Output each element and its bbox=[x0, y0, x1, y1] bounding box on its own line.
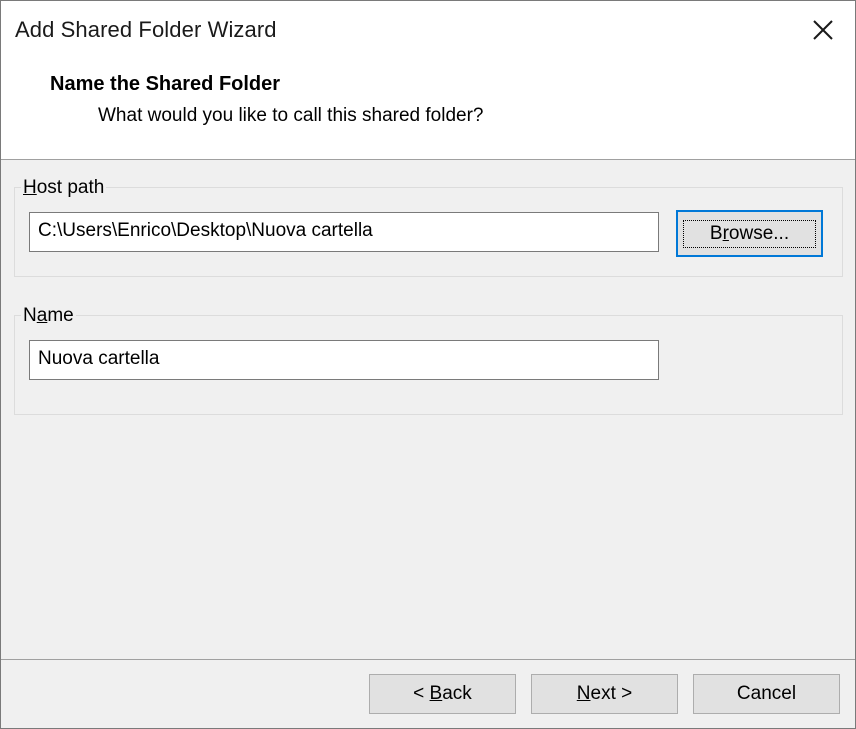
wizard-window: Add Shared Folder Wizard Name the Shared… bbox=[0, 0, 856, 729]
next-button-label: Next > bbox=[576, 683, 633, 704]
host-path-label: Host path bbox=[21, 177, 107, 199]
close-button[interactable] bbox=[791, 1, 855, 59]
page-title: Name the Shared Folder bbox=[50, 73, 281, 95]
host-path-field[interactable]: C:\Users\Enrico\Desktop\Nuova cartella bbox=[29, 212, 659, 252]
cancel-button[interactable]: Cancel bbox=[693, 674, 840, 714]
name-field[interactable]: Nuova cartella bbox=[29, 340, 659, 380]
back-button-label: < Back bbox=[413, 683, 472, 704]
page-subtitle: What would you like to call this shared … bbox=[98, 105, 484, 126]
cancel-button-label: Cancel bbox=[736, 683, 797, 704]
browse-button[interactable]: Browse... bbox=[676, 210, 823, 257]
wizard-header: Name the Shared Folder What would you li… bbox=[1, 63, 855, 160]
close-icon bbox=[813, 20, 833, 40]
footer-divider bbox=[1, 659, 855, 660]
title-bar: Add Shared Folder Wizard bbox=[1, 1, 855, 63]
browse-button-label: Browse... bbox=[682, 219, 817, 248]
name-label: Name bbox=[21, 305, 76, 327]
window-title: Add Shared Folder Wizard bbox=[15, 17, 277, 42]
next-button[interactable]: Next > bbox=[531, 674, 678, 714]
back-button[interactable]: < Back bbox=[369, 674, 516, 714]
